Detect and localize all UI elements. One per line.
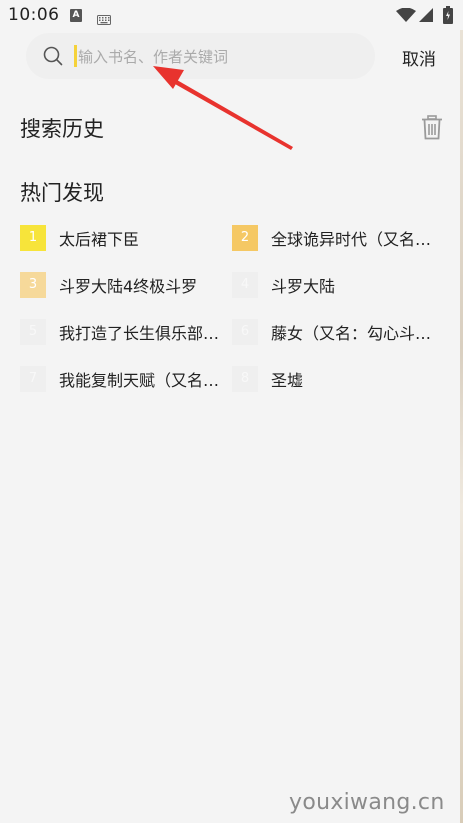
hot-item-8[interactable]: 8 圣墟 xyxy=(232,366,441,392)
hot-item-name: 圣墟 xyxy=(271,371,304,390)
hot-item-name: 斗罗大陆 xyxy=(271,277,336,296)
wifi-icon xyxy=(396,7,416,27)
rank-badge: 1 xyxy=(20,225,46,251)
hot-discovery-title: 热门发现 xyxy=(20,181,104,205)
search-input[interactable] xyxy=(76,43,360,71)
rank-badge: 8 xyxy=(232,366,258,392)
trash-icon[interactable] xyxy=(421,115,443,144)
rank-badge: 4 xyxy=(232,272,258,298)
hot-item-2[interactable]: 2 全球诡异时代（又名… xyxy=(232,225,441,251)
search-history-title: 搜索历史 xyxy=(20,117,104,141)
a-icon: A xyxy=(70,9,82,22)
hot-item-name: 我打造了长生俱乐部… xyxy=(59,324,220,343)
search-box[interactable] xyxy=(26,33,375,79)
hot-item-name: 斗罗大陆4终极斗罗 xyxy=(59,277,198,296)
hot-item-name: 我能复制天赋（又名… xyxy=(59,371,220,390)
hot-item-5[interactable]: 5 我打造了长生俱乐部… xyxy=(20,319,229,345)
status-time: 10:06 xyxy=(8,5,60,25)
hot-item-6[interactable]: 6 藤女（又名：勾心斗… xyxy=(232,319,441,345)
rank-badge: 7 xyxy=(20,366,46,392)
hot-item-7[interactable]: 7 我能复制天赋（又名… xyxy=(20,366,229,392)
hot-item-name: 太后裙下臣 xyxy=(59,230,140,249)
hot-item-1[interactable]: 1 太后裙下臣 xyxy=(20,225,229,251)
battery-icon xyxy=(443,6,453,28)
rank-badge: 3 xyxy=(20,272,46,298)
watermark: youxiwang.cn xyxy=(289,790,445,815)
hot-item-name: 藤女（又名：勾心斗… xyxy=(271,324,432,343)
hot-item-3[interactable]: 3 斗罗大陆4终极斗罗 xyxy=(20,272,229,298)
keyboard-icon xyxy=(97,10,111,29)
rank-badge: 2 xyxy=(232,225,258,251)
status-bar: 10:06 A xyxy=(0,0,463,32)
search-icon xyxy=(43,46,63,70)
signal-icon xyxy=(418,7,434,27)
hot-item-name: 全球诡异时代（又名… xyxy=(271,230,432,249)
rank-badge: 6 xyxy=(232,319,258,345)
rank-badge: 5 xyxy=(20,319,46,345)
hot-item-4[interactable]: 4 斗罗大陆 xyxy=(232,272,441,298)
cancel-button[interactable]: 取消 xyxy=(402,45,436,70)
